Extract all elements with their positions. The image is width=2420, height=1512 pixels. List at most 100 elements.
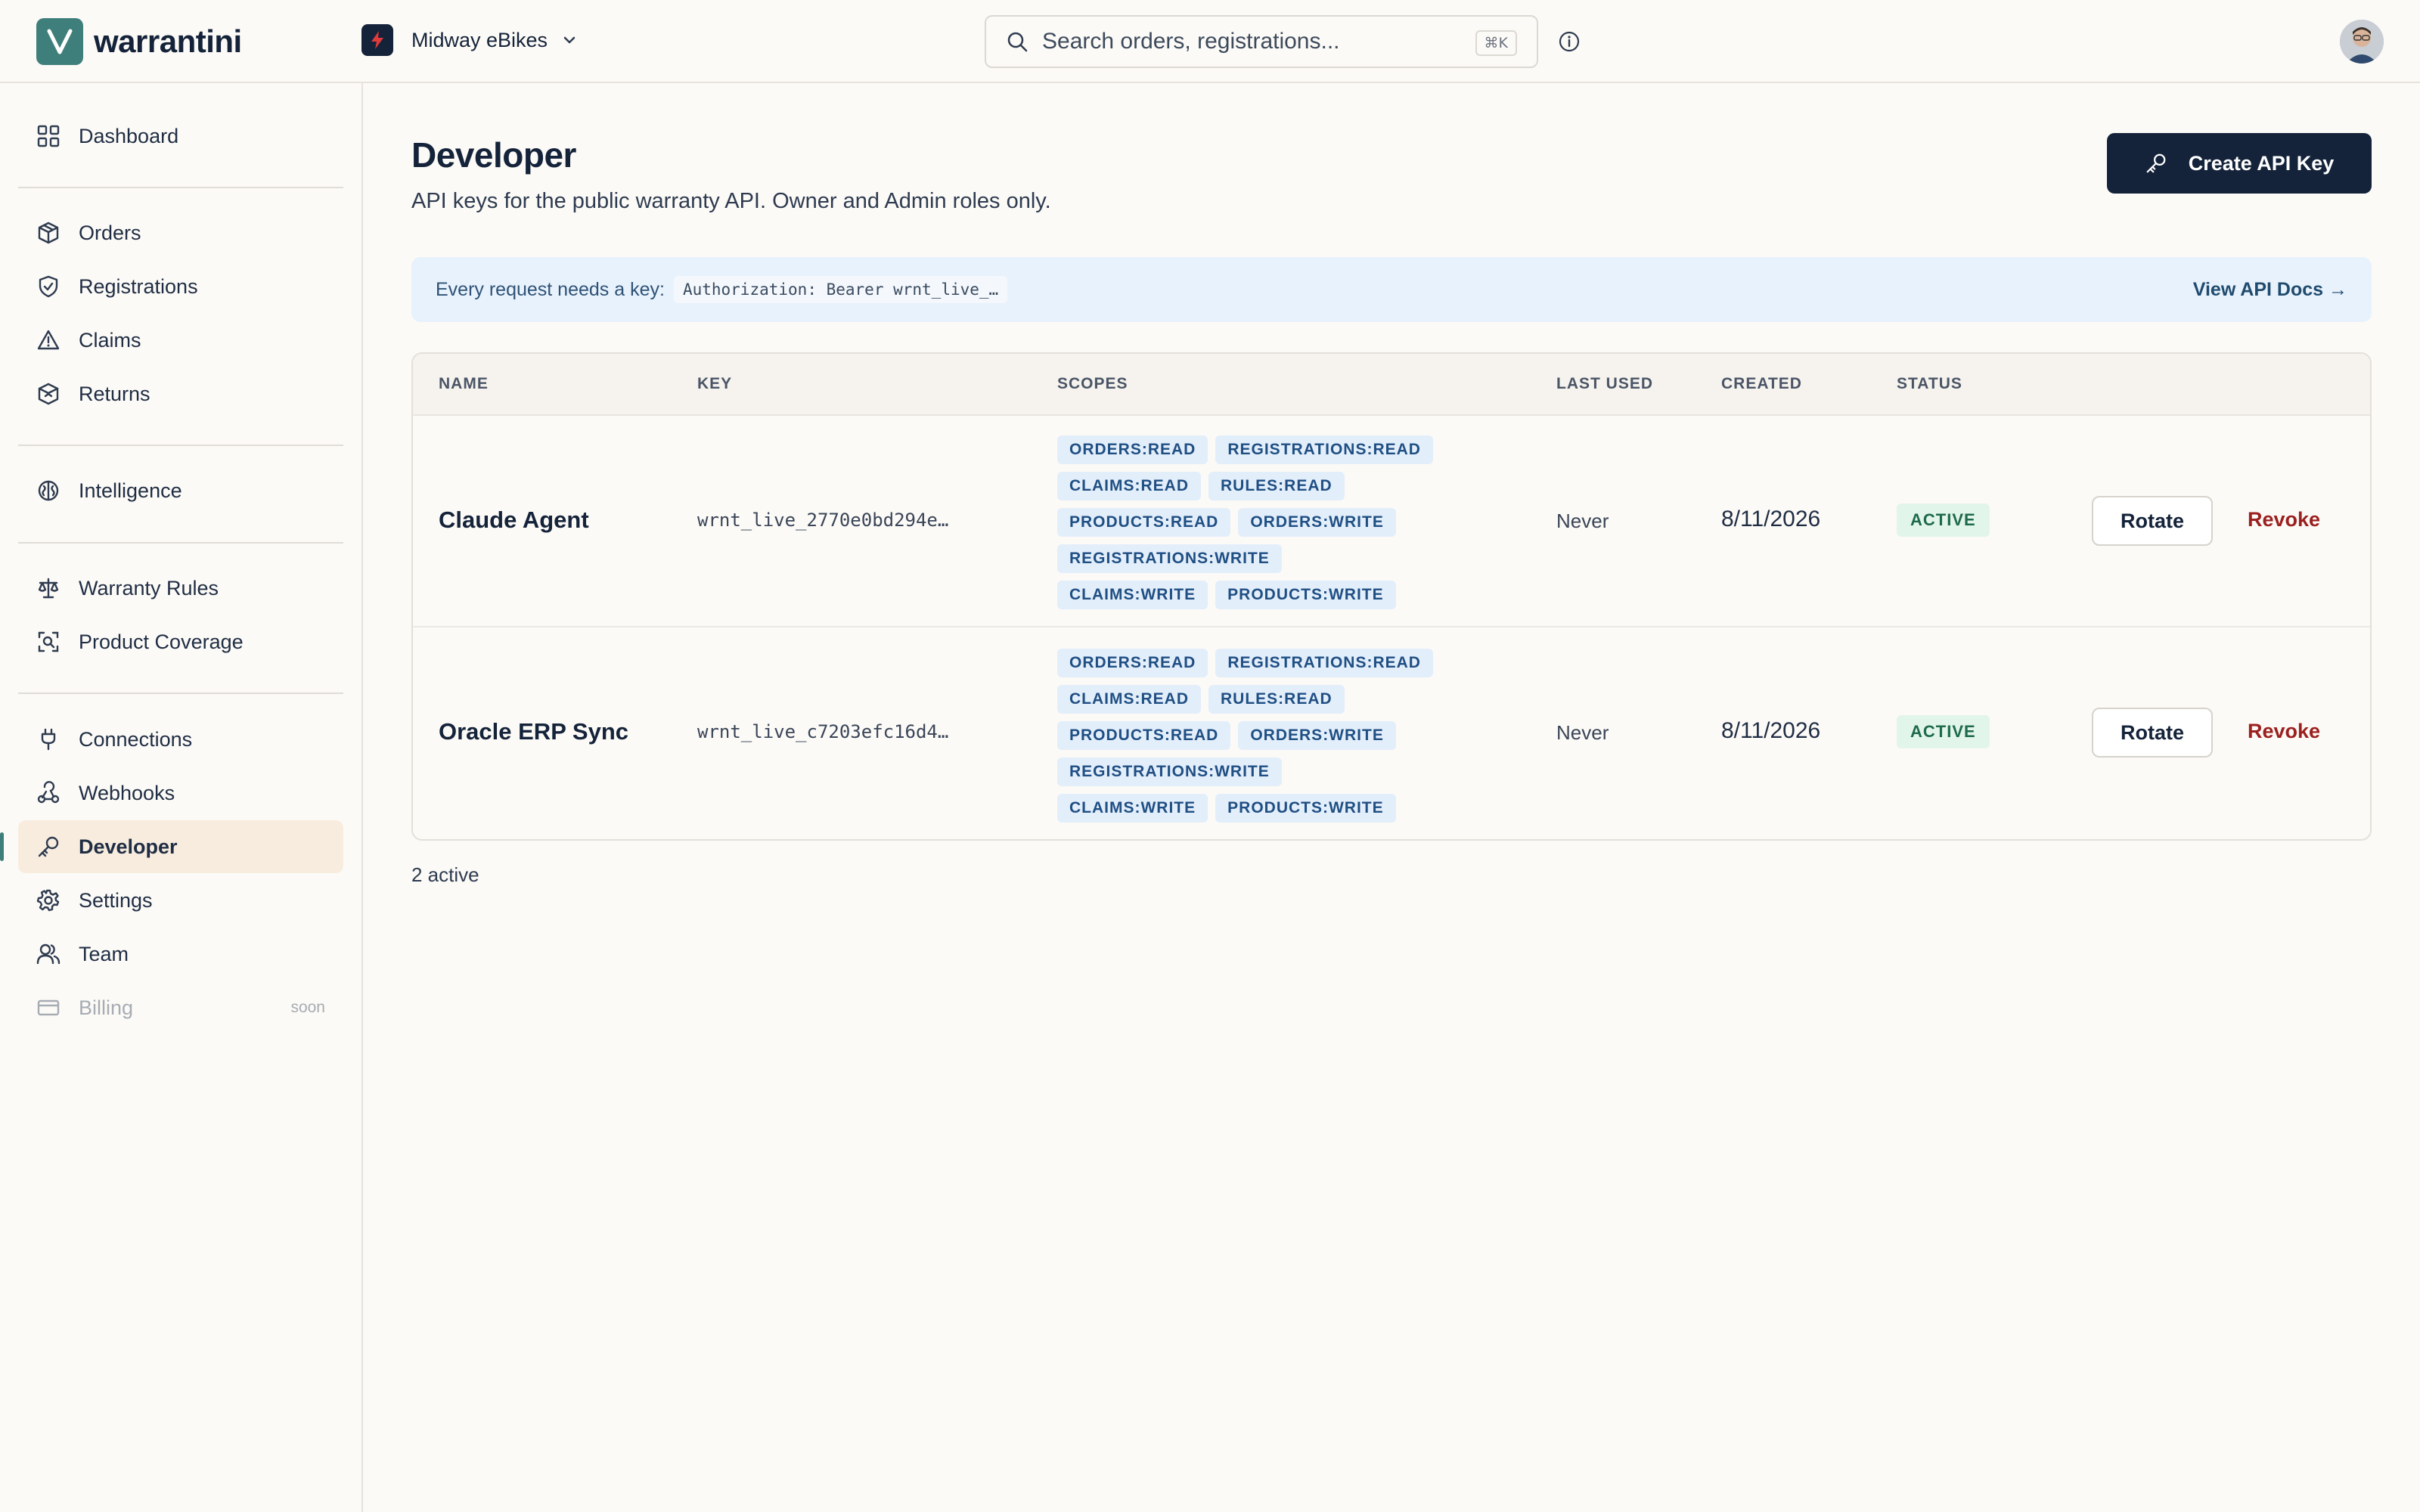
sidebar-item-billing: Billing soon [18, 981, 343, 1034]
sidebar-item-developer[interactable]: Developer [0, 820, 343, 873]
sidebar-item-settings[interactable]: Settings [18, 874, 343, 927]
scope-chip: RULES:READ [1208, 685, 1345, 714]
brain-icon [38, 480, 59, 501]
scope-chip: PRODUCTS:READ [1057, 508, 1231, 537]
sidebar-item-label: Claims [79, 328, 141, 352]
bolt-icon [361, 24, 393, 56]
key-value: wrnt_live_c7203efc16d4… [697, 721, 949, 742]
grid-icon [37, 125, 60, 147]
column-header-last-used: LAST USED [1556, 375, 1654, 392]
sidebar-item-label: Webhooks [79, 781, 175, 804]
sidebar-item-intelligence[interactable]: Intelligence [18, 464, 343, 517]
sidebar-item-registrations[interactable]: Registrations [18, 260, 343, 313]
logo-text: warrantini [94, 23, 242, 59]
page-title: Developer [411, 135, 576, 175]
sidebar: Dashboard Orders Registrations Claims Re… [0, 83, 363, 1512]
sidebar-item-label: Warranty Rules [79, 576, 219, 600]
scope-chip: PRODUCTS:READ [1057, 721, 1231, 750]
table-row: Claude Agent wrnt_live_2770e0bd294e… ORD… [413, 416, 2370, 627]
auth-header-code: Authorization: Bearer wrnt_live_… [673, 276, 1008, 303]
gear-icon [36, 889, 60, 912]
package-return-icon [38, 383, 59, 405]
sidebar-item-label: Intelligence [79, 479, 182, 502]
chevron-down-icon [563, 36, 576, 44]
shield-check-icon [39, 275, 58, 298]
scope-chip: RULES:READ [1208, 472, 1345, 500]
scope-chip: ORDERS:WRITE [1238, 508, 1396, 537]
search-shortcut: ⌘K [1475, 30, 1517, 56]
key-icon [2146, 153, 2166, 173]
banner-text: Every request needs a key: [436, 278, 665, 300]
sidebar-item-dashboard[interactable]: Dashboard [18, 110, 343, 163]
last-used: Never [1556, 510, 1609, 532]
workspace-name: Midway eBikes [411, 28, 548, 51]
search-input[interactable]: Search orders, registrations... ⌘K [985, 15, 1538, 68]
top-bar: warrantini Midway eBikes Search orders, … [0, 0, 2420, 83]
scope-chip: REGISTRATIONS:WRITE [1057, 758, 1282, 786]
sidebar-item-label: Settings [79, 888, 153, 912]
sidebar-item-label: Registrations [79, 274, 198, 298]
scan-icon [38, 631, 59, 652]
users-icon [36, 943, 60, 965]
column-header-scopes: SCOPES [1057, 375, 1128, 392]
column-header-name: NAME [439, 375, 489, 392]
rotate-button[interactable]: Rotate [2092, 708, 2213, 758]
created-date: 8/11/2026 [1721, 507, 1821, 531]
logo-mark-icon [36, 18, 83, 65]
rotate-button[interactable]: Rotate [2092, 496, 2213, 546]
sidebar-item-orders[interactable]: Orders [18, 206, 343, 259]
scope-chip: ORDERS:READ [1057, 649, 1208, 677]
create-api-key-label: Create API Key [2188, 151, 2335, 175]
active-count: 2 active [411, 863, 479, 886]
table-row: Oracle ERP Sync wrnt_live_c7203efc16d4… … [413, 629, 2370, 839]
sidebar-divider [18, 445, 343, 446]
logo[interactable]: warrantini [36, 18, 242, 65]
scope-chip: REGISTRATIONS:WRITE [1057, 544, 1282, 573]
sidebar-item-returns[interactable]: Returns [18, 367, 343, 420]
key-name: Claude Agent [439, 507, 589, 533]
status-badge: ACTIVE [1897, 503, 1990, 537]
sidebar-divider [18, 187, 343, 188]
revoke-button[interactable]: Revoke [2248, 720, 2320, 743]
sidebar-item-label: Connections [79, 727, 193, 751]
sidebar-item-webhooks[interactable]: Webhooks [18, 767, 343, 820]
key-icon [38, 836, 59, 857]
auth-info-banner: Every request needs a key: Authorization… [411, 257, 2372, 322]
api-keys-table: NAME KEY SCOPES LAST USED CREATED STATUS… [411, 352, 2372, 841]
soon-badge: soon [290, 999, 325, 1016]
scope-chip: CLAIMS:READ [1057, 472, 1201, 500]
sidebar-item-label: Billing [79, 996, 134, 1019]
workspace-switcher[interactable]: Midway eBikes [361, 24, 578, 56]
column-header-status: STATUS [1897, 375, 1962, 392]
sidebar-item-label: Dashboard [79, 124, 179, 147]
plug-icon [41, 728, 56, 751]
scope-list: ORDERS:READ REGISTRATIONS:READ CLAIMS:RE… [1057, 435, 1481, 617]
scope-chip: PRODUCTS:WRITE [1215, 581, 1396, 609]
active-indicator [0, 832, 4, 861]
scope-chip: PRODUCTS:WRITE [1215, 794, 1396, 823]
scope-chip: REGISTRATIONS:READ [1215, 649, 1433, 677]
webhook-icon [37, 781, 60, 804]
sidebar-item-claims[interactable]: Claims [18, 314, 343, 367]
column-header-created: CREATED [1721, 375, 1802, 392]
create-api-key-button[interactable]: Create API Key [2107, 133, 2372, 194]
search-icon [1007, 32, 1028, 52]
scope-chip: CLAIMS:READ [1057, 685, 1201, 714]
credit-card-icon [37, 999, 60, 1016]
sidebar-item-warranty-rules[interactable]: Warranty Rules [18, 562, 343, 615]
sidebar-item-connections[interactable]: Connections [18, 713, 343, 766]
warning-icon [37, 330, 60, 350]
sidebar-item-product-coverage[interactable]: Product Coverage [18, 615, 343, 668]
sidebar-divider [18, 692, 343, 694]
key-name: Oracle ERP Sync [439, 718, 629, 745]
scope-chip: CLAIMS:WRITE [1057, 581, 1208, 609]
page-subtitle: API keys for the public warranty API. Ow… [411, 189, 1051, 213]
revoke-button[interactable]: Revoke [2248, 508, 2320, 531]
sidebar-item-team[interactable]: Team [18, 928, 343, 981]
info-icon[interactable] [1558, 30, 1581, 53]
view-api-docs-link[interactable]: View API Docs → [2193, 279, 2347, 301]
scope-chip: ORDERS:READ [1057, 435, 1208, 464]
sidebar-item-label: Team [79, 942, 129, 965]
created-date: 8/11/2026 [1721, 718, 1821, 743]
avatar[interactable] [2340, 20, 2384, 64]
